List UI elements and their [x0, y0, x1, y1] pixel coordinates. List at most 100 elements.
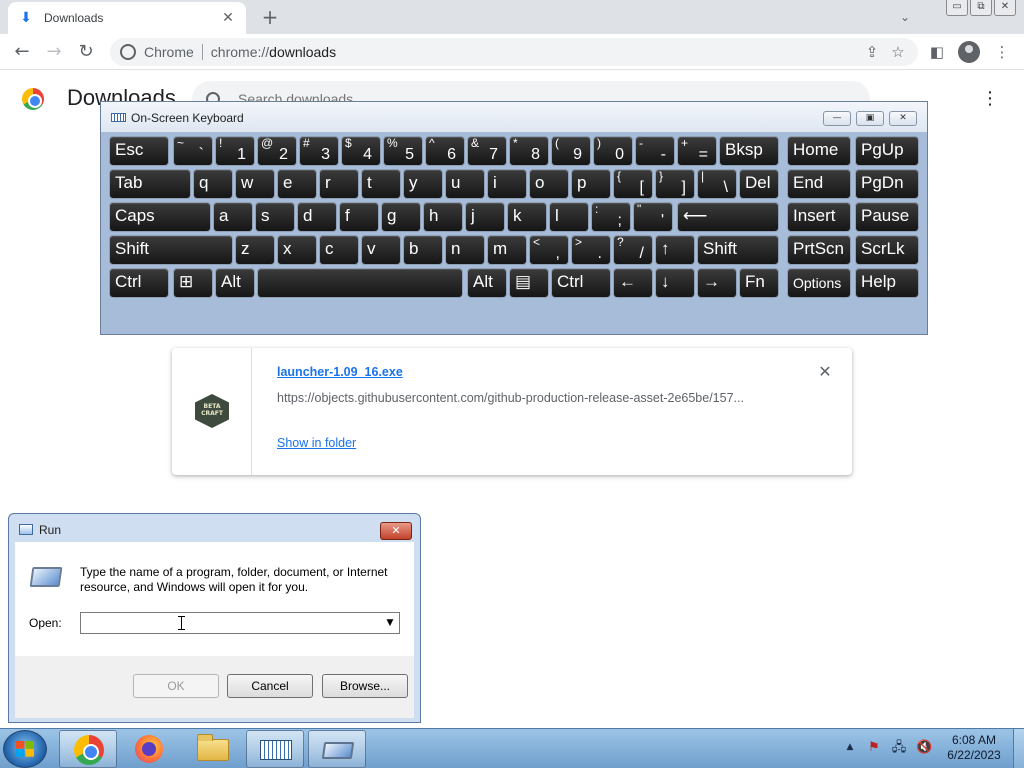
browse-button[interactable]: Browse... — [322, 674, 408, 698]
key-r[interactable]: r — [319, 169, 359, 199]
key-l[interactable]: l — [549, 202, 589, 232]
share-icon[interactable]: ⇪ — [862, 42, 882, 62]
close-window-button[interactable]: ✕ — [994, 0, 1016, 16]
key-scrlk[interactable]: ScrLk — [855, 235, 919, 265]
tab-downloads[interactable]: ⬇ Downloads ✕ — [8, 2, 246, 34]
network-icon[interactable]: 🖧 — [891, 740, 907, 756]
key-9[interactable]: (9 — [551, 136, 591, 166]
key-7[interactable]: & 7 — [467, 136, 507, 166]
key-symbol-3-10[interactable]: ? / — [613, 235, 653, 265]
key-n[interactable]: n — [445, 235, 485, 265]
key-symbol-0-1[interactable]: ~ ` — [173, 136, 213, 166]
taskbar-run[interactable] — [308, 730, 366, 768]
key-pgup[interactable]: PgUp — [855, 136, 919, 166]
key-u[interactable]: u — [445, 169, 485, 199]
osk-close-button[interactable]: ✕ — [889, 111, 917, 126]
taskbar-explorer[interactable] — [184, 730, 242, 768]
show-desktop-button[interactable] — [1013, 729, 1024, 768]
key-symbol-4-7[interactable]: ← — [613, 268, 653, 298]
key-symbol-2-11[interactable]: " ' — [633, 202, 673, 232]
key-m[interactable]: m — [487, 235, 527, 265]
file-name-link[interactable]: launcher-1.09_16.exe — [277, 365, 403, 379]
key-end[interactable]: End — [787, 169, 851, 199]
key-symbol-1-13[interactable]: | \ — [697, 169, 737, 199]
key-insert[interactable]: Insert — [787, 202, 851, 232]
key-ctrl[interactable]: Ctrl — [551, 268, 611, 298]
key-d[interactable]: d — [297, 202, 337, 232]
clock[interactable]: 6:08 AM 6/22/2023 — [942, 733, 1006, 763]
key-alt[interactable]: Alt — [467, 268, 507, 298]
key-t[interactable]: t — [361, 169, 401, 199]
start-button-icon[interactable] — [3, 730, 47, 768]
bookmark-star-icon[interactable]: ☆ — [888, 42, 908, 62]
chrome-menu-icon[interactable]: ⋮ — [992, 42, 1012, 62]
key-shift[interactable]: Shift — [109, 235, 233, 265]
action-center-flag-icon[interactable]: ⚑ — [866, 740, 882, 756]
key-pause[interactable]: Pause — [855, 202, 919, 232]
taskbar-firefox[interactable] — [121, 730, 179, 768]
run-close-button[interactable]: ✕ — [380, 522, 412, 540]
ok-button[interactable]: OK — [133, 674, 219, 698]
open-combobox[interactable]: ▼ — [80, 612, 400, 634]
key-esc[interactable]: Esc — [109, 136, 169, 166]
key-b[interactable]: b — [403, 235, 443, 265]
key-6[interactable]: ^ 6 — [425, 136, 465, 166]
key-c[interactable]: c — [319, 235, 359, 265]
key-f[interactable]: f — [339, 202, 379, 232]
tab-search-icon[interactable]: ⌄ — [896, 8, 914, 26]
key-o[interactable]: o — [529, 169, 569, 199]
key-symbol-0-13[interactable]: + = — [677, 136, 717, 166]
key-space[interactable] — [257, 268, 463, 298]
key-4[interactable]: $4 — [341, 136, 381, 166]
volume-muted-icon[interactable]: 🔇 — [916, 740, 932, 756]
key-w[interactable]: w — [235, 169, 275, 199]
key-3[interactable]: #3 — [299, 136, 339, 166]
key-symbol-1-11[interactable]: {[ — [613, 169, 653, 199]
profile-avatar-icon[interactable] — [958, 41, 980, 63]
key-2[interactable]: @2 — [257, 136, 297, 166]
key-symbol-4-8[interactable]: ↓ — [655, 268, 695, 298]
key-symbol-0-12[interactable]: -- — [635, 136, 675, 166]
taskbar-osk[interactable] — [246, 730, 304, 768]
key-symbol-3-9[interactable]: >. — [571, 235, 611, 265]
key-y[interactable]: y — [403, 169, 443, 199]
key-symbol-2-12[interactable]: ⟵ — [677, 202, 779, 232]
key-symbol-1-12[interactable]: }] — [655, 169, 695, 199]
key-8[interactable]: * 8 — [509, 136, 549, 166]
key-j[interactable]: j — [465, 202, 505, 232]
reload-icon[interactable]: ↻ — [74, 41, 98, 63]
key-bksp[interactable]: Bksp — [719, 136, 779, 166]
key-i[interactable]: i — [487, 169, 527, 199]
remove-download-icon[interactable]: ✕ — [817, 364, 833, 380]
key-x[interactable]: x — [277, 235, 317, 265]
key-z[interactable]: z — [235, 235, 275, 265]
key-pgdn[interactable]: PgDn — [855, 169, 919, 199]
key-symbol-4-9[interactable]: → — [697, 268, 737, 298]
show-hidden-icons-arrow[interactable]: ▲ — [845, 742, 855, 752]
key-ctrl[interactable]: Ctrl — [109, 268, 169, 298]
key-e[interactable]: e — [277, 169, 317, 199]
side-panel-icon[interactable]: ◧ — [927, 42, 947, 62]
key-g[interactable]: g — [381, 202, 421, 232]
key-symbol-4-1[interactable]: ⊞ — [173, 268, 213, 298]
key-5[interactable]: % 5 — [383, 136, 423, 166]
downloads-menu-icon[interactable]: ⋮ — [980, 89, 1000, 109]
key-options[interactable]: Options — [787, 268, 851, 298]
key-alt[interactable]: Alt — [215, 268, 255, 298]
minimize-button[interactable]: ▭ — [946, 0, 968, 16]
key-q[interactable]: q — [193, 169, 233, 199]
key-shift[interactable]: Shift — [697, 235, 779, 265]
key-prtscn[interactable]: PrtScn — [787, 235, 851, 265]
address-bar[interactable]: Chrome chrome://downloads — [110, 38, 918, 66]
key-symbol-2-10[interactable]: :; — [591, 202, 631, 232]
key-a[interactable]: a — [213, 202, 253, 232]
key-symbol-3-11[interactable]: ↑ — [655, 235, 695, 265]
key-1[interactable]: ! 1 — [215, 136, 255, 166]
key-tab[interactable]: Tab — [109, 169, 191, 199]
key-0[interactable]: ) 0 — [593, 136, 633, 166]
key-s[interactable]: s — [255, 202, 295, 232]
key-v[interactable]: v — [361, 235, 401, 265]
osk-minimize-button[interactable]: — — [823, 111, 851, 126]
osk-maximize-button[interactable]: ▣ — [856, 111, 884, 126]
back-icon[interactable]: ← — [10, 41, 34, 63]
